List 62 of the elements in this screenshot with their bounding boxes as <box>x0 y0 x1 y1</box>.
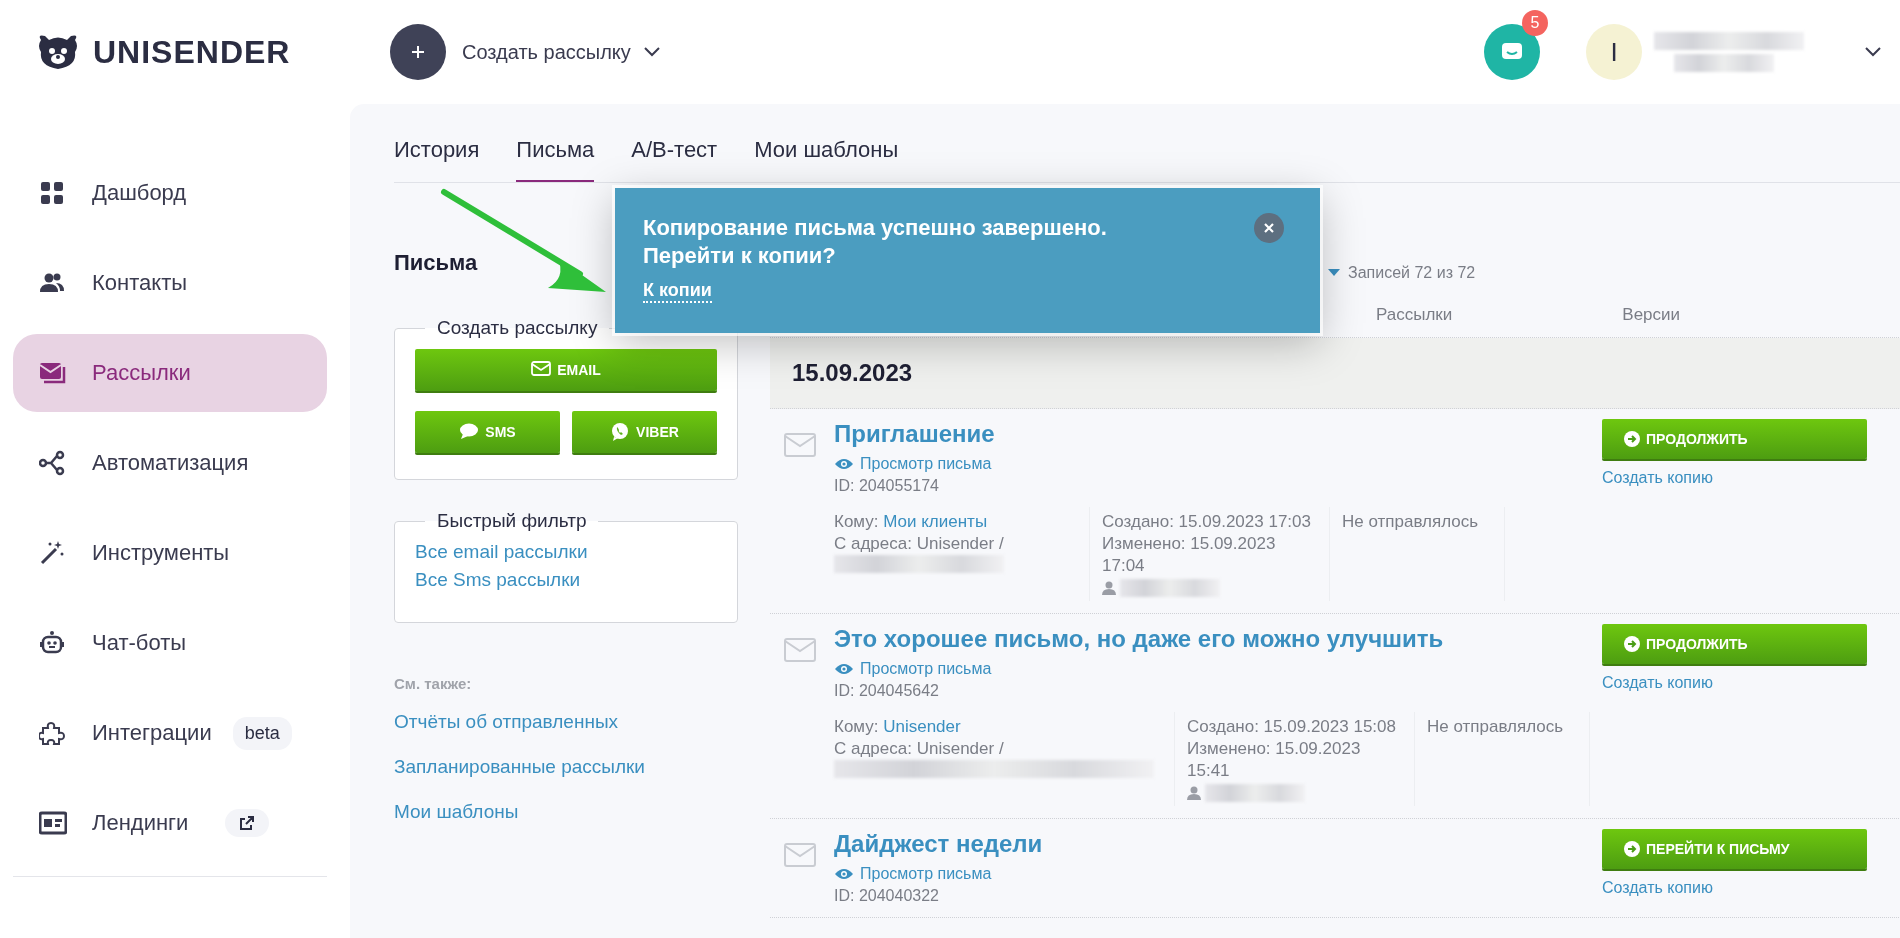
create-dropdown[interactable]: Создать рассылку <box>456 39 667 65</box>
email-button[interactable]: EMAIL <box>415 349 717 391</box>
action-button[interactable]: ПРОДОЛЖИТЬ <box>1602 624 1867 664</box>
tab[interactable]: История <box>394 137 480 182</box>
sidebar-item[interactable]: Лендинги <box>13 784 327 862</box>
filter-link[interactable]: Все Sms рассылки <box>415 566 717 594</box>
records-count: Записей 72 из 72 <box>1348 264 1476 282</box>
sender-address: С адреса: Unisender / <box>834 533 1005 555</box>
section-title: Письма <box>394 250 478 276</box>
tab[interactable]: Мои шаблоны <box>754 137 899 182</box>
modified-date: Изменено: 15.09.2023 17:04 <box>1102 533 1277 577</box>
copy-link[interactable]: К копии <box>643 280 712 303</box>
recipient-link[interactable]: Мои клиенты <box>883 512 988 531</box>
sidebar-item[interactable]: Автоматизация <box>13 424 327 502</box>
column-header: Версии <box>1622 305 1681 325</box>
sidebar-item[interactable]: Контакты <box>13 244 327 322</box>
sms-button[interactable]: SMS <box>415 411 560 453</box>
letter-title[interactable]: Приглашение <box>834 419 995 449</box>
sidebar-item[interactable]: Инструменты <box>13 514 327 592</box>
copy-link[interactable]: Создать копию <box>1602 469 1713 487</box>
viber-button[interactable]: VIBER <box>572 411 717 453</box>
letter-id: ID: 204040322 <box>834 887 940 905</box>
tab[interactable]: Письма <box>516 137 595 182</box>
action-button[interactable]: ПРОДОЛЖИТЬ <box>1602 419 1867 459</box>
recipient-link[interactable]: Unisender <box>883 717 961 736</box>
action-button[interactable]: ПЕРЕЙТИ К ПИСЬМУ <box>1602 829 1867 869</box>
recipient-label: Кому: <box>834 512 880 531</box>
sidebar-item[interactable]: Рассылки <box>13 334 327 412</box>
sidebar-item[interactable]: Чат-боты <box>13 604 327 682</box>
created-date: Создано: 15.09.2023 17:03 <box>1102 511 1312 533</box>
sidebar-item[interactable]: Интеграции beta <box>13 694 327 772</box>
notification-badge: 5 <box>1522 10 1548 36</box>
send-status: Не отправлялось <box>1427 716 1565 738</box>
date-label: 15.09.2023 <box>792 359 913 387</box>
see-also-link[interactable]: Отчёты об отправленных <box>394 708 619 736</box>
panel-legend: Быстрый фильтр <box>425 510 599 532</box>
modified-date: Изменено: 15.09.2023 15:41 <box>1187 738 1362 782</box>
copy-link[interactable]: Создать копию <box>1602 879 1713 897</box>
letter-title[interactable]: Это хорошее письмо, но даже его можно улучшить <box>834 624 1444 654</box>
see-also-link[interactable]: Запланированные рассылки <box>394 753 645 781</box>
recipient-label: Кому: <box>834 717 880 736</box>
avatar[interactable]: I <box>1586 24 1642 80</box>
created-date: Создано: 15.09.2023 15:08 <box>1187 716 1397 738</box>
letter-id: ID: 204055174 <box>834 477 940 495</box>
letter-id: ID: 204045642 <box>834 682 940 700</box>
column-header: Рассылки <box>1376 305 1453 325</box>
copy-link[interactable]: Создать копию <box>1602 674 1713 692</box>
sidebar-item[interactable]: Дашборд <box>13 154 327 232</box>
beta-badge: beta <box>232 716 292 750</box>
sender-address: С адреса: Unisender / <box>834 738 1005 760</box>
see-also-label: См. также: <box>394 675 473 692</box>
preview-link[interactable]: Просмотр письма <box>834 865 992 883</box>
preview-link[interactable]: Просмотр письма <box>834 660 992 678</box>
see-also-link[interactable]: Мои шаблоны <box>394 798 519 826</box>
panel-legend: Создать рассылку <box>425 317 610 339</box>
popup-message: Копирование письма успешно завершено. Перейти к копии? <box>643 214 1108 270</box>
tab[interactable]: A/B-тест <box>631 137 718 182</box>
letter-title[interactable]: Дайджест недели <box>834 829 1043 859</box>
filter-link[interactable]: Все email рассылки <box>415 538 717 566</box>
logo-text: UNISENDER <box>93 33 291 71</box>
preview-link[interactable]: Просмотр письма <box>834 455 992 473</box>
send-status: Не отправлялось <box>1342 511 1480 533</box>
